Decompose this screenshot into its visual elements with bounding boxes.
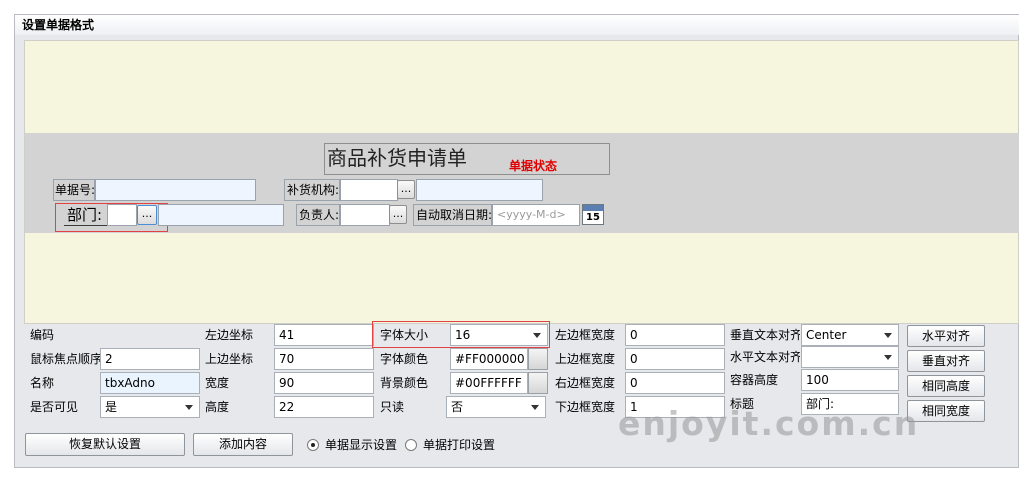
display-setting-radio[interactable] xyxy=(307,439,319,451)
readonly-label: 只读 xyxy=(380,400,405,414)
width-label: 宽度 xyxy=(205,376,230,390)
dept-browse-button[interactable]: ... xyxy=(137,205,157,225)
h-align-select[interactable] xyxy=(801,346,899,368)
same-height-button[interactable]: 相同高度 xyxy=(907,375,985,397)
left-border-label: 左边框宽度 xyxy=(555,328,616,342)
font-size-select[interactable]: 16 xyxy=(450,324,548,346)
name-label: 名称 xyxy=(30,376,55,390)
auto-cancel-date-input[interactable]: <yyyy-M-d> xyxy=(492,204,580,226)
dialog-titlebar xyxy=(15,15,1019,35)
chevron-down-icon xyxy=(531,405,539,410)
bg-color-label: 背景颜色 xyxy=(380,376,429,390)
font-color-picker-button[interactable] xyxy=(528,348,548,370)
name-field[interactable]: tbxAdno xyxy=(100,372,200,394)
focus-order-field[interactable]: 2 xyxy=(100,348,200,370)
print-setting-radio[interactable] xyxy=(405,439,417,451)
top-coord-field[interactable]: 70 xyxy=(274,348,374,370)
readonly-select[interactable]: 否 xyxy=(446,396,546,418)
manager-browse-button[interactable]: ... xyxy=(389,205,407,224)
right-border-label: 右边框宽度 xyxy=(555,376,616,390)
left-coord-label: 左边坐标 xyxy=(205,328,254,342)
code-label: 编码 xyxy=(30,328,55,342)
v-align-select-value: Center xyxy=(806,328,847,342)
bg-color-field[interactable]: #00FFFFFF xyxy=(450,372,528,394)
v-align-label: 垂直文本对齐 xyxy=(730,328,800,342)
left-border-field[interactable]: 0 xyxy=(625,324,725,346)
dialog-title: 设置单据格式 xyxy=(22,18,95,32)
manager-input[interactable] xyxy=(340,204,390,226)
top-border-field[interactable]: 0 xyxy=(625,348,725,370)
calendar-day: 15 xyxy=(586,212,600,223)
top-border-label: 上边框宽度 xyxy=(555,352,616,366)
width-field[interactable]: 90 xyxy=(274,372,374,394)
chevron-down-icon xyxy=(884,355,892,360)
dept-label-underline xyxy=(64,204,108,226)
container-height-label: 容器高度 xyxy=(730,373,779,387)
font-color-label: 字体颜色 xyxy=(380,352,429,366)
horizontal-align-button[interactable]: 水平对齐 xyxy=(907,325,985,347)
calendar-icon[interactable]: 15 xyxy=(582,204,604,225)
print-setting-label[interactable]: 单据打印设置 xyxy=(423,438,495,452)
dept-code-input[interactable] xyxy=(107,204,137,226)
h-align-label: 水平文本对齐 xyxy=(730,350,800,364)
right-border-field[interactable]: 0 xyxy=(625,372,725,394)
bg-color-picker-button[interactable] xyxy=(528,372,548,394)
left-coord-field[interactable]: 41 xyxy=(274,324,374,346)
container-height-field[interactable]: 100 xyxy=(801,369,899,391)
chevron-down-icon xyxy=(185,405,193,410)
restore-default-button[interactable]: 恢复默认设置 xyxy=(25,433,185,456)
vertical-align-button[interactable]: 垂直对齐 xyxy=(907,350,985,372)
visible-select-value: 是 xyxy=(105,400,118,414)
font-size-select-value: 16 xyxy=(455,328,471,342)
watermark: enjoyit.com.cn xyxy=(618,404,920,443)
doc-title: 商品补货申请单 xyxy=(327,146,467,170)
visible-select[interactable]: 是 xyxy=(100,396,200,418)
chevron-down-icon xyxy=(533,333,541,338)
font-color-field[interactable]: #FF000000 xyxy=(450,348,528,370)
top-coord-label: 上边坐标 xyxy=(205,352,254,366)
add-content-button[interactable]: 添加内容 xyxy=(193,433,293,456)
manager-label-frame xyxy=(296,204,340,226)
height-field[interactable]: 22 xyxy=(274,396,374,418)
auto-cancel-label-frame xyxy=(413,204,492,226)
bill-no-label-frame xyxy=(53,179,95,201)
chevron-down-icon xyxy=(884,333,892,338)
supplier-label-frame xyxy=(284,179,340,201)
supplier-browse-button[interactable]: ... xyxy=(397,180,415,199)
visible-label: 是否可见 xyxy=(30,400,79,414)
readonly-select-value: 否 xyxy=(451,400,464,414)
font-size-label: 字体大小 xyxy=(380,328,429,342)
display-setting-label[interactable]: 单据显示设置 xyxy=(325,438,397,452)
height-label: 高度 xyxy=(205,400,230,414)
v-align-select[interactable]: Center xyxy=(801,324,899,346)
bottom-border-label: 下边框宽度 xyxy=(555,400,616,414)
focus-order-label: 鼠标焦点顺序 xyxy=(30,352,103,366)
dept-name-input[interactable] xyxy=(158,204,284,226)
supplier-name-input[interactable] xyxy=(416,179,543,201)
bill-no-input[interactable] xyxy=(95,179,256,201)
doc-status-label: 单据状态 xyxy=(509,159,558,173)
supplier-code-input[interactable] xyxy=(340,179,398,201)
